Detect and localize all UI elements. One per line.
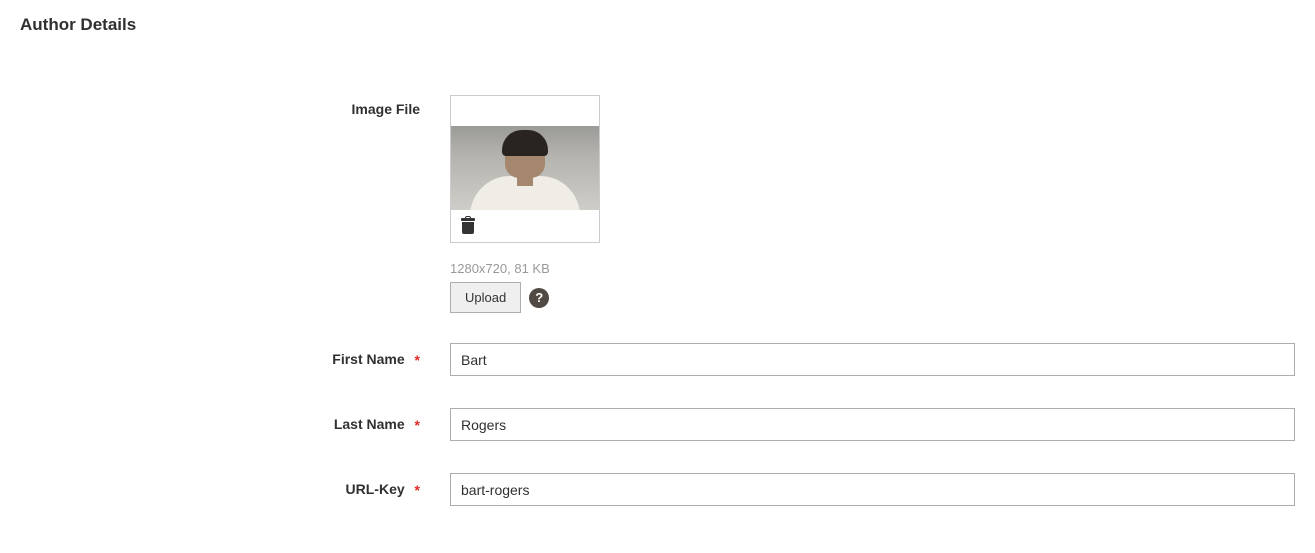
- last-name-label-text: Last Name: [334, 416, 405, 432]
- image-preview-spacer: [451, 96, 599, 126]
- required-mark: *: [415, 352, 420, 368]
- first-name-label-text: First Name: [332, 351, 404, 367]
- url-key-label: URL-Key *: [20, 481, 450, 498]
- required-mark: *: [415, 417, 420, 433]
- image-file-field: 1280x720, 81 KB Upload ?: [450, 95, 1295, 313]
- image-delete-row: [451, 210, 599, 242]
- required-mark: *: [415, 482, 420, 498]
- image-meta: 1280x720, 81 KB: [450, 261, 1295, 276]
- url-key-label-text: URL-Key: [346, 481, 405, 497]
- last-name-input[interactable]: [450, 408, 1295, 441]
- url-key-field-wrap: [450, 473, 1295, 506]
- form-row-image: Image File 1280x720, 81 KB Upload ?: [20, 95, 1295, 313]
- upload-button[interactable]: Upload: [450, 282, 521, 313]
- image-preview-box: [450, 95, 600, 243]
- last-name-label: Last Name *: [20, 416, 450, 433]
- form-row-last-name: Last Name *: [20, 408, 1295, 441]
- image-preview[interactable]: [451, 126, 599, 210]
- trash-icon[interactable]: [461, 218, 475, 234]
- first-name-field-wrap: [450, 343, 1295, 376]
- form-row-first-name: First Name *: [20, 343, 1295, 376]
- image-file-label: Image File: [20, 95, 450, 117]
- url-key-input[interactable]: [450, 473, 1295, 506]
- upload-row: Upload ?: [450, 282, 1295, 313]
- form-row-url-key: URL-Key *: [20, 473, 1295, 506]
- first-name-label: First Name *: [20, 351, 450, 368]
- help-icon[interactable]: ?: [529, 288, 549, 308]
- first-name-input[interactable]: [450, 343, 1295, 376]
- section-title: Author Details: [20, 15, 1295, 35]
- last-name-field-wrap: [450, 408, 1295, 441]
